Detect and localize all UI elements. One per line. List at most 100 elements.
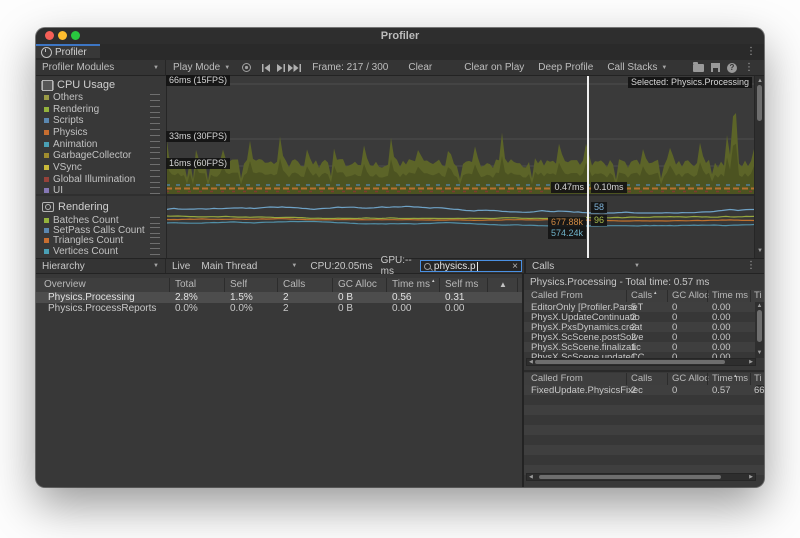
cpu-usage-chart[interactable] bbox=[166, 76, 754, 194]
column-header-time-ms[interactable]: Time ms bbox=[712, 290, 748, 301]
module-item-rendering[interactable]: Rendering bbox=[44, 103, 162, 115]
table-row[interactable]: Physics.Processing2.8%1.5%20 B0.560.31 bbox=[36, 292, 522, 303]
scrollbar-thumb[interactable] bbox=[535, 360, 725, 364]
play-mode-dropdown[interactable]: Play Mode ▼ bbox=[168, 62, 235, 73]
column-separator[interactable] bbox=[224, 278, 225, 292]
column-separator[interactable] bbox=[169, 278, 170, 292]
module-item-vsync[interactable]: VSync bbox=[44, 162, 162, 174]
module-item-others[interactable]: Others bbox=[44, 92, 162, 104]
column-header-calls[interactable]: Calls bbox=[631, 373, 652, 384]
profiler-modules-dropdown[interactable]: Profiler Modules ▼ bbox=[36, 60, 166, 76]
column-header-called-from[interactable]: Called From bbox=[531, 290, 583, 301]
column-header-calls[interactable]: Calls bbox=[631, 290, 652, 301]
column-header-gc-alloc[interactable]: GC Alloc bbox=[672, 373, 709, 384]
drag-handle-icon[interactable] bbox=[150, 152, 160, 159]
column-separator[interactable] bbox=[707, 373, 708, 385]
column-header-time-ms[interactable]: Time ms bbox=[712, 373, 748, 384]
column-separator[interactable] bbox=[707, 290, 708, 302]
view-mode-dropdown[interactable]: Hierarchy ▼ bbox=[36, 259, 166, 273]
column-separator[interactable] bbox=[487, 278, 488, 292]
drag-handle-icon[interactable] bbox=[150, 141, 160, 148]
save-profile-icon[interactable] bbox=[711, 63, 720, 72]
scrollbar-thumb[interactable] bbox=[757, 85, 762, 121]
frame-selection-line[interactable] bbox=[587, 76, 589, 258]
scroll-right-icon[interactable]: ▶ bbox=[749, 359, 753, 366]
scroll-up-icon[interactable]: ▲ bbox=[755, 78, 764, 84]
module-item-triangles-count[interactable]: Triangles Count bbox=[44, 236, 162, 246]
module-item-scripts[interactable]: Scripts bbox=[44, 115, 162, 127]
clear-search-icon[interactable]: × bbox=[512, 261, 518, 272]
horizontal-scrollbar[interactable]: ◀▶ bbox=[526, 358, 756, 366]
tab-profiler[interactable]: Profiler bbox=[36, 44, 100, 58]
module-item-garbagecollector[interactable]: GarbageCollector bbox=[44, 150, 162, 162]
column-header-calls[interactable]: Calls bbox=[283, 279, 305, 290]
drag-handle-icon[interactable] bbox=[150, 176, 160, 183]
column-separator[interactable] bbox=[750, 373, 751, 385]
column-separator[interactable] bbox=[277, 278, 278, 292]
column-header-gc-alloc[interactable]: GC Alloc bbox=[672, 290, 709, 301]
record-button[interactable] bbox=[239, 62, 254, 74]
drag-handle-icon[interactable] bbox=[150, 117, 160, 124]
clear-on-play-toggle[interactable]: Clear on Play bbox=[459, 62, 529, 73]
column-separator[interactable] bbox=[332, 278, 333, 292]
table-row[interactable]: PhysX.ScScene.finalizatic100.00 bbox=[524, 342, 756, 352]
column-header-overview[interactable]: Overview bbox=[44, 279, 86, 290]
module-item-global-illumination[interactable]: Global Illumination bbox=[44, 173, 162, 185]
column-header-total[interactable]: Total bbox=[175, 279, 196, 290]
module-item-ui[interactable]: UI bbox=[44, 185, 162, 197]
column-header-ti[interactable]: Ti bbox=[754, 290, 762, 301]
module-item-animation[interactable]: Animation bbox=[44, 138, 162, 150]
drag-handle-icon[interactable] bbox=[150, 94, 160, 101]
drag-handle-icon[interactable] bbox=[150, 129, 160, 136]
clear-button[interactable]: Clear bbox=[403, 62, 437, 73]
column-header-self[interactable]: Self bbox=[230, 279, 247, 290]
scrollbar-thumb[interactable] bbox=[757, 310, 762, 342]
details-menu-kebab-icon[interactable]: ⋮ bbox=[746, 261, 764, 271]
drag-handle-icon[interactable] bbox=[150, 106, 160, 113]
module-item-batches-count[interactable]: Batches Count bbox=[44, 215, 162, 225]
table-row[interactable]: Physics.ProcessReports0.0%0.0%20 B0.000.… bbox=[36, 303, 522, 314]
module-item-setpass-calls-count[interactable]: SetPass Calls Count bbox=[44, 225, 162, 235]
column-separator[interactable] bbox=[439, 278, 440, 292]
calls-vertical-scrollbar[interactable]: ▲▼ bbox=[755, 302, 764, 358]
column-header-gc-alloc[interactable]: GC Alloc bbox=[338, 279, 377, 290]
live-toggle[interactable]: Live bbox=[172, 261, 190, 272]
next-frame-button[interactable] bbox=[273, 62, 288, 74]
chart-vertical-scrollbar[interactable]: ▲ ▼ bbox=[754, 76, 764, 258]
scroll-right-icon[interactable]: ▶ bbox=[749, 474, 753, 481]
drag-handle-icon[interactable] bbox=[150, 187, 160, 194]
column-separator[interactable] bbox=[626, 290, 627, 302]
table-row[interactable]: EditorOnly [Profiler.ParseT500.00 bbox=[524, 302, 756, 312]
search-input[interactable]: physics.p × bbox=[420, 260, 522, 272]
drag-handle-icon[interactable] bbox=[150, 217, 160, 224]
deep-profile-toggle[interactable]: Deep Profile bbox=[533, 62, 598, 73]
module-item-vertices-count[interactable]: Vertices Count bbox=[44, 246, 162, 256]
details-view-dropdown[interactable]: Calls ▼ bbox=[526, 261, 646, 272]
current-frame-button[interactable] bbox=[288, 62, 303, 74]
column-header-time-ms[interactable]: Time ms bbox=[392, 279, 430, 290]
scrollbar-thumb[interactable] bbox=[539, 475, 721, 479]
scroll-down-icon[interactable]: ▼ bbox=[755, 248, 764, 254]
drag-handle-icon[interactable] bbox=[150, 237, 160, 244]
column-separator[interactable] bbox=[517, 278, 518, 292]
scroll-left-icon[interactable]: ◀ bbox=[529, 474, 533, 481]
drag-handle-icon[interactable] bbox=[150, 248, 160, 255]
table-row[interactable]: FixedUpdate.PhysicsFixec200.5766 bbox=[524, 385, 756, 395]
previous-frame-button[interactable] bbox=[258, 62, 273, 74]
call-stacks-dropdown[interactable]: Call Stacks ▼ bbox=[602, 62, 672, 73]
column-separator[interactable] bbox=[626, 373, 627, 385]
table-row[interactable]: PhysX.PxsDynamics.creat200.00 bbox=[524, 322, 756, 332]
column-separator[interactable] bbox=[667, 290, 668, 302]
thread-dropdown[interactable]: Main Thread ▼ bbox=[196, 261, 302, 272]
drag-handle-icon[interactable] bbox=[150, 164, 160, 171]
column-separator[interactable] bbox=[386, 278, 387, 292]
tab-menu-kebab-icon[interactable]: ⋮ bbox=[746, 47, 756, 57]
column-separator[interactable] bbox=[750, 290, 751, 302]
horizontal-scrollbar[interactable]: ◀▶ bbox=[526, 473, 756, 481]
scroll-up-icon[interactable]: ▲ bbox=[755, 303, 764, 309]
load-profile-icon[interactable] bbox=[693, 64, 704, 72]
table-row[interactable]: PhysX.UpdateContinuatio200.00 bbox=[524, 312, 756, 322]
column-header-called-from[interactable]: Called From bbox=[531, 373, 583, 384]
table-row[interactable]: PhysX.ScScene.postSolve200.00 bbox=[524, 332, 756, 342]
help-icon[interactable]: ? bbox=[727, 63, 737, 73]
